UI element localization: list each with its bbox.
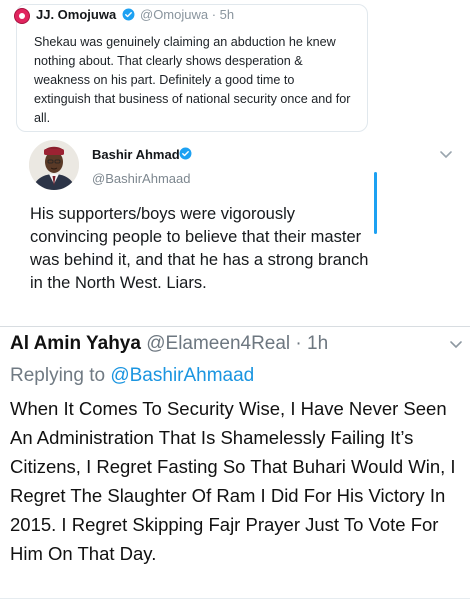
tweet-text: His supporters/boys were vigorously conv… [30,205,369,292]
reply-author-name[interactable]: Al Amin Yahya [10,333,141,354]
replying-to-label: Replying to [10,365,106,386]
reply-header: Al Amin Yahya @Elameen4Real · 1h [10,333,328,355]
tweet-author-avatar[interactable] [29,140,79,190]
tweet-author-handle[interactable]: @BashirAhmaad [92,171,190,186]
divider [0,326,470,327]
quoted-tweet-handle-time[interactable]: @Omojuwa · 5h [140,7,234,22]
reply-text: When It Comes To Security Wise, I Have N… [10,398,456,564]
verified-badge-icon [179,147,192,160]
avatar-portrait-image [29,140,79,190]
chevron-down-icon[interactable] [449,340,463,350]
quoted-tweet-avatar[interactable] [14,8,30,24]
quoted-tweet-text: Shekau was genuinely claiming an abducti… [34,35,351,125]
verified-badge-icon [122,8,135,21]
quoted-tweet-author-name[interactable]: JJ. Omojuwa [36,7,116,22]
divider [0,598,470,599]
chevron-down-icon[interactable] [439,150,453,160]
scrollbar-thumb[interactable] [374,172,377,234]
reply-handle-time[interactable]: @Elameen4Real · 1h [146,333,328,354]
replying-to-line: Replying to @BashirAhmaad [10,365,254,387]
tweet-author-name[interactable]: Bashir Ahmad [92,147,180,162]
replying-to-link[interactable]: @BashirAhmaad [110,365,254,386]
